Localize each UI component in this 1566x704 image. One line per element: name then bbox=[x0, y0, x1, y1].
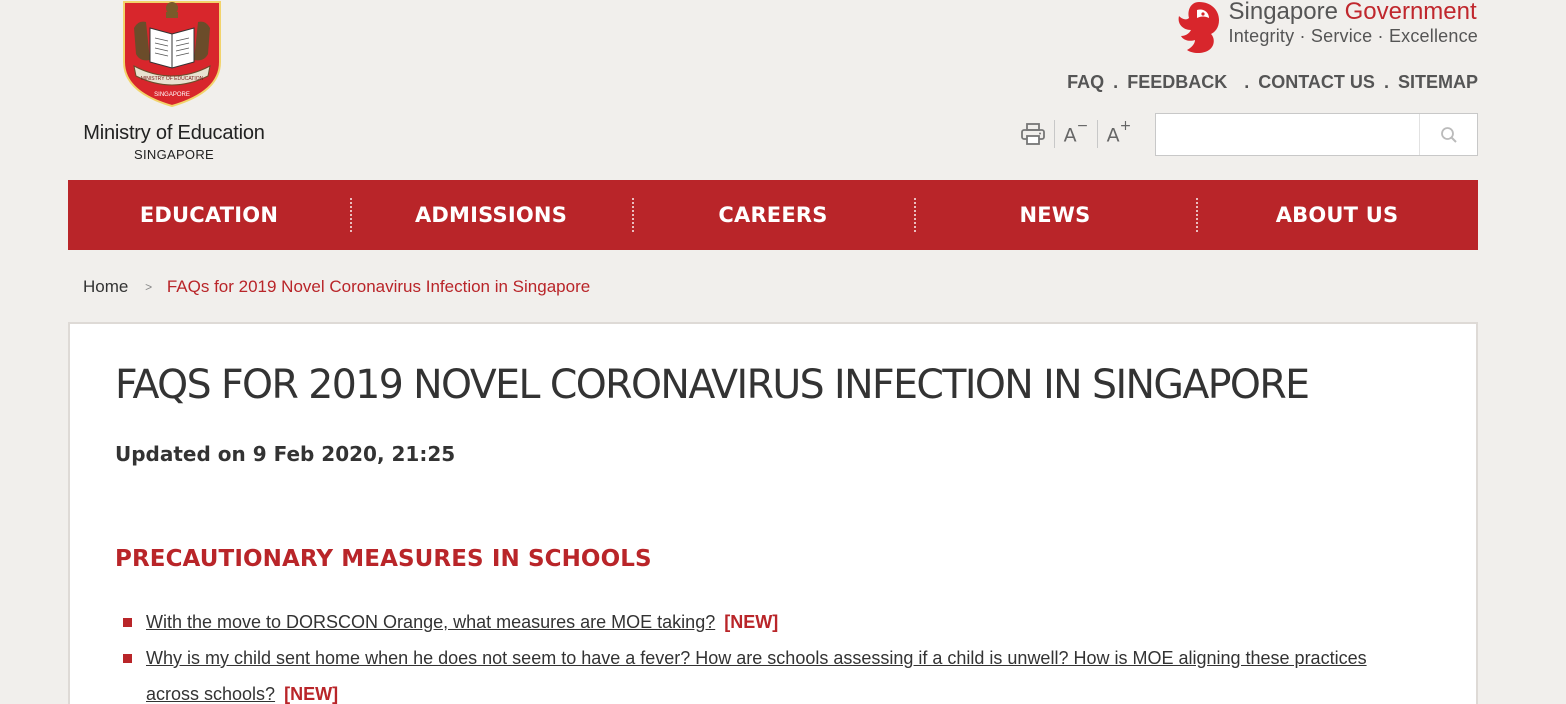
nav-item-careers[interactable]: CAREERS bbox=[632, 180, 914, 250]
faq-item: With the move to DORSCON Orange, what me… bbox=[123, 604, 1403, 640]
utility-links: FAQ . FEEDBACK . CONTACT US . SITEMAP bbox=[1067, 72, 1478, 92]
font-decrease-icon: A− bbox=[1063, 117, 1089, 147]
faq-item: Why is my child sent home when he does n… bbox=[123, 640, 1403, 704]
singapore-government-brand[interactable]: Singapore Government Integrity · Service… bbox=[1175, 0, 1479, 56]
increase-font-button[interactable]: A+ bbox=[1102, 116, 1136, 152]
print-button[interactable] bbox=[1016, 116, 1050, 152]
updated-timestamp: Updated on 9 Feb 2020, 21:25 bbox=[115, 442, 456, 466]
nav-item-news[interactable]: NEWS bbox=[914, 180, 1196, 250]
tool-divider bbox=[1097, 120, 1098, 148]
gov-title: Singapore Government bbox=[1228, 0, 1477, 25]
ministry-name: Ministry of Education bbox=[83, 122, 265, 144]
gov-tagline: Integrity · Service · Excellence bbox=[1228, 26, 1478, 46]
breadcrumb-separator: > bbox=[145, 280, 153, 294]
search-icon bbox=[1440, 126, 1457, 143]
breadcrumb-current: FAQs for 2019 Novel Coronavirus Infectio… bbox=[166, 277, 591, 296]
page-title: FAQS FOR 2019 NOVEL CORONAVIRUS INFECTIO… bbox=[115, 362, 1310, 408]
sitemap-link[interactable]: SITEMAP bbox=[1398, 72, 1478, 92]
search-button[interactable] bbox=[1419, 114, 1477, 155]
content-panel: FAQS FOR 2019 NOVEL CORONAVIRUS INFECTIO… bbox=[68, 322, 1478, 704]
svg-text:MINISTRY OF EDUCATION: MINISTRY OF EDUCATION bbox=[141, 76, 204, 82]
page-tools: A− A+ bbox=[1016, 112, 1136, 156]
breadcrumb-home-link[interactable]: Home bbox=[83, 277, 128, 296]
tool-divider bbox=[1054, 120, 1055, 148]
faq-link[interactable]: With the move to DORSCON Orange, what me… bbox=[146, 612, 715, 632]
section-heading-precautionary-measures: PRECAUTIONARY MEASURES IN SCHOOLS bbox=[115, 546, 652, 572]
moe-logo[interactable]: MINISTRY OF EDUCATION SINGAPORE Ministry… bbox=[72, 0, 276, 162]
svg-text:SINGAPORE: SINGAPORE bbox=[154, 92, 190, 98]
search-box bbox=[1155, 113, 1478, 156]
printer-icon bbox=[1021, 123, 1045, 145]
decrease-font-button[interactable]: A− bbox=[1059, 116, 1093, 152]
font-increase-icon: A+ bbox=[1106, 117, 1132, 147]
faq-link[interactable]: FAQ bbox=[1067, 72, 1104, 92]
bullet-icon bbox=[123, 618, 132, 627]
faq-list: With the move to DORSCON Orange, what me… bbox=[123, 604, 1403, 704]
search-input[interactable] bbox=[1156, 114, 1419, 155]
new-badge: [NEW] bbox=[284, 684, 339, 704]
feedback-link[interactable]: FEEDBACK bbox=[1127, 72, 1227, 92]
bullet-icon bbox=[123, 654, 132, 663]
ministry-country: SINGAPORE bbox=[134, 147, 214, 162]
nav-item-about-us[interactable]: ABOUT US bbox=[1196, 180, 1478, 250]
merlion-lion-icon bbox=[1178, 2, 1219, 53]
nav-item-admissions[interactable]: ADMISSIONS bbox=[350, 180, 632, 250]
new-badge: [NEW] bbox=[724, 612, 779, 632]
breadcrumb: Home > FAQs for 2019 Novel Coronavirus I… bbox=[83, 277, 590, 297]
contact-us-link[interactable]: CONTACT US bbox=[1258, 72, 1375, 92]
main-navigation: EDUCATION ADMISSIONS CAREERS NEWS ABOUT … bbox=[68, 180, 1478, 250]
nav-item-education[interactable]: EDUCATION bbox=[68, 180, 350, 250]
moe-crest-icon: MINISTRY OF EDUCATION SINGAPORE bbox=[123, 1, 221, 108]
